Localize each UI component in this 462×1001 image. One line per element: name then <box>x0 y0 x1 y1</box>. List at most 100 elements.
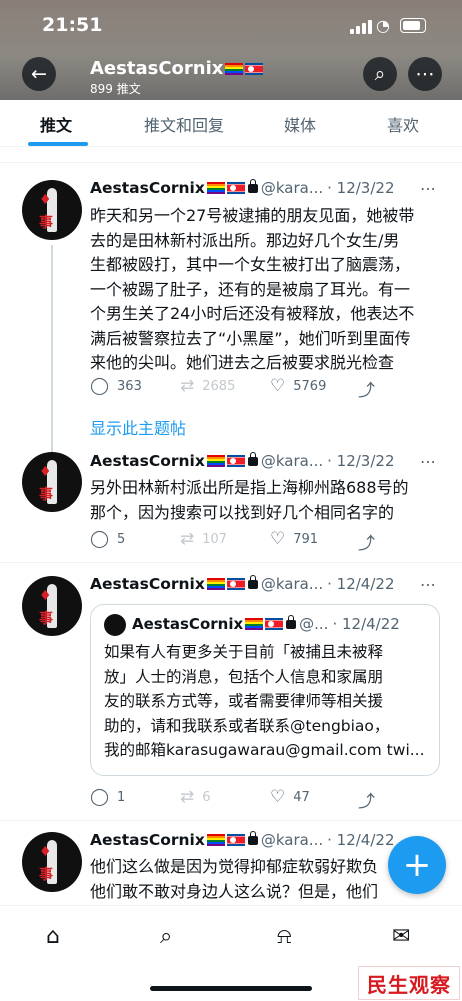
reply-icon: ◯ <box>90 376 110 396</box>
tweet-header: AestasCornix @kara... · 12/3/22 <box>90 178 395 197</box>
tweet-more-icon[interactable]: ⋯ <box>420 452 437 471</box>
quoted-author-handle: @... <box>299 615 329 633</box>
retweet-button[interactable]: ⇄ 6 <box>180 787 211 807</box>
rainbow-flag-icon <box>225 63 244 75</box>
tweet-text[interactable]: 另外田林新村派出所是指上海柳州路688号的 那个，因为搜索可以找到好几个相同名字的 <box>90 476 409 525</box>
like-button[interactable]: ♡ 791 <box>270 529 318 549</box>
lock-icon <box>247 830 258 845</box>
author-handle[interactable]: @kara... <box>261 452 323 470</box>
tab-likes[interactable]: 喜欢 <box>387 112 419 136</box>
search-icon[interactable]: ⌕ <box>160 924 172 949</box>
reply-icon: ◯ <box>90 787 110 807</box>
lock-icon <box>247 451 258 466</box>
tweet-date[interactable]: · 12/3/22 <box>327 179 394 197</box>
tab-media[interactable]: 媒体 <box>284 112 316 136</box>
north-korea-flag-icon <box>226 182 245 194</box>
tweet-header: AestasCornix @kara... · 12/4/22 <box>90 574 395 593</box>
tweet-text[interactable]: 他们这么做是因为觉得抑郁症软弱好欺负 他们敢不敢对身边人这么说？但是，他们 <box>90 855 390 904</box>
search-button[interactable]: ⌕ <box>363 57 397 91</box>
thread-line <box>51 245 53 455</box>
more-button[interactable]: ⋯ <box>408 57 442 91</box>
reply-button[interactable]: ◯ 5 <box>90 529 125 549</box>
avatar[interactable]: ♦ 事 <box>22 576 82 636</box>
tweet-header: AestasCornix @kara... · 12/3/22 <box>90 451 395 470</box>
retweet-icon: ⇄ <box>180 529 195 549</box>
like-button[interactable]: ♡ 47 <box>270 787 310 807</box>
active-tab-indicator <box>28 142 88 146</box>
divider <box>0 162 462 163</box>
author-handle[interactable]: @kara... <box>261 575 323 593</box>
mail-icon[interactable]: ✉ <box>392 924 410 949</box>
author-name[interactable]: AestasCornix <box>90 179 205 197</box>
signal-icon <box>350 20 372 34</box>
share-icon: ⤴ <box>358 534 375 554</box>
rainbow-flag-icon <box>245 618 264 630</box>
author-name[interactable]: AestasCornix <box>90 575 205 593</box>
avatar[interactable]: ♦ 事 <box>22 452 82 512</box>
status-time: 21:51 <box>42 14 103 36</box>
north-korea-flag-icon <box>226 834 245 846</box>
author-name[interactable]: AestasCornix <box>90 452 205 470</box>
heart-icon: ♡ <box>270 376 286 396</box>
search-icon: ⌕ <box>374 63 386 85</box>
tweet-header: AestasCornix @kara... · 12/4/22 <box>90 830 395 849</box>
north-korea-flag-icon <box>245 63 264 75</box>
tweet-date[interactable]: · 12/4/22 <box>327 575 394 593</box>
quoted-tweet-header: AestasCornix @... · 12/4/22 <box>132 614 400 633</box>
divider <box>0 562 462 563</box>
share-icon: ⤴ <box>358 792 375 812</box>
divider <box>0 820 462 821</box>
lock-icon <box>286 614 297 629</box>
lock-icon <box>247 574 258 589</box>
author-name[interactable]: AestasCornix <box>90 831 205 849</box>
share-icon: ⤴ <box>358 381 375 401</box>
reply-icon: ◯ <box>90 529 110 549</box>
rainbow-flag-icon <box>206 578 225 590</box>
north-korea-flag-icon <box>226 455 245 467</box>
home-indicator <box>150 986 312 991</box>
retweet-button[interactable]: ⇄ 107 <box>180 529 227 549</box>
heart-icon: ♡ <box>270 787 286 807</box>
heart-icon: ♡ <box>270 529 286 549</box>
back-button[interactable]: ← <box>22 57 56 91</box>
share-button[interactable]: ⤴ <box>358 529 375 554</box>
north-korea-flag-icon <box>265 618 284 630</box>
compose-tweet-button[interactable]: + <box>388 836 446 894</box>
tweet-date[interactable]: · 12/3/22 <box>327 452 394 470</box>
tweet-count: 899 推文 <box>90 82 141 96</box>
bell-icon[interactable]: ⍾ <box>277 924 292 949</box>
share-button[interactable]: ⤴ <box>358 376 375 401</box>
rainbow-flag-icon <box>206 834 225 846</box>
tab-tweets-replies[interactable]: 推文和回复 <box>144 112 224 136</box>
profile-name: AestasCornix <box>90 58 264 79</box>
lock-icon <box>247 178 258 193</box>
tweet-text[interactable]: 昨天和另一个27号被逮捕的朋友见面，她被带 去的是田林新村派出所。那边好几个女生/… <box>90 204 414 376</box>
reply-button[interactable]: ◯ 363 <box>90 376 142 396</box>
avatar[interactable]: ♦ 事 <box>22 180 82 240</box>
retweet-button[interactable]: ⇄ 2685 <box>180 376 235 396</box>
tab-tweets[interactable]: 推文 <box>40 112 72 136</box>
home-icon[interactable]: ⌂ <box>46 924 60 949</box>
rainbow-flag-icon <box>206 182 225 194</box>
author-handle[interactable]: @kara... <box>261 179 323 197</box>
watermark: 民生观察 <box>358 966 460 1000</box>
battery-icon <box>400 18 426 33</box>
quoted-tweet-date: · 12/4/22 <box>332 615 400 633</box>
avatar[interactable]: ♦ 事 <box>22 832 82 892</box>
wifi-icon: ◔ <box>376 16 390 35</box>
quoted-tweet-text: 如果有人有更多关于目前「被捕且未被释 放」人士的消息，包括个人信息和家属朋 友的联系… <box>104 643 425 759</box>
show-thread-link[interactable]: 显示此主题帖 <box>90 415 186 439</box>
rainbow-flag-icon <box>206 455 225 467</box>
profile-tabs: 推文 推文和回复 媒体 喜欢 <box>0 100 462 147</box>
reply-button[interactable]: ◯ 1 <box>90 787 125 807</box>
author-handle[interactable]: @kara... <box>261 831 323 849</box>
plus-icon: + <box>402 845 432 885</box>
tweet-more-icon[interactable]: ⋯ <box>420 575 437 594</box>
tweet-date[interactable]: · 12/4/22 <box>327 831 394 849</box>
retweet-icon: ⇄ <box>180 787 195 807</box>
like-button[interactable]: ♡ 5769 <box>270 376 326 396</box>
tweet-more-icon[interactable]: ⋯ <box>420 179 437 198</box>
share-button[interactable]: ⤴ <box>358 787 375 812</box>
more-icon: ⋯ <box>415 63 435 85</box>
north-korea-flag-icon <box>226 578 245 590</box>
